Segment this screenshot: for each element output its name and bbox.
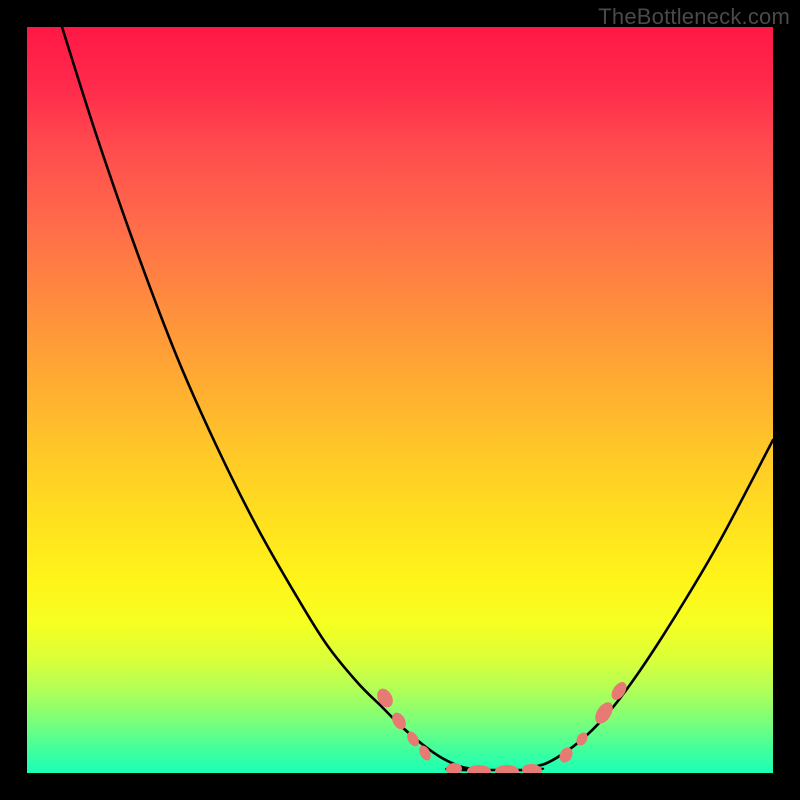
- valley-marker: [417, 744, 433, 763]
- valley-marker: [592, 699, 617, 727]
- plot-area: [27, 27, 773, 773]
- outer-frame: TheBottleneck.com: [0, 0, 800, 800]
- valley-marker: [467, 765, 491, 773]
- valley-marker: [374, 686, 396, 710]
- valley-markers: [374, 679, 630, 773]
- valley-marker: [446, 762, 463, 773]
- bottleneck-curve: [62, 27, 773, 770]
- valley-marker: [389, 710, 408, 732]
- chart-svg: [27, 27, 773, 773]
- watermark-text: TheBottleneck.com: [598, 4, 790, 30]
- curve-group: [62, 27, 773, 770]
- valley-marker: [495, 765, 519, 773]
